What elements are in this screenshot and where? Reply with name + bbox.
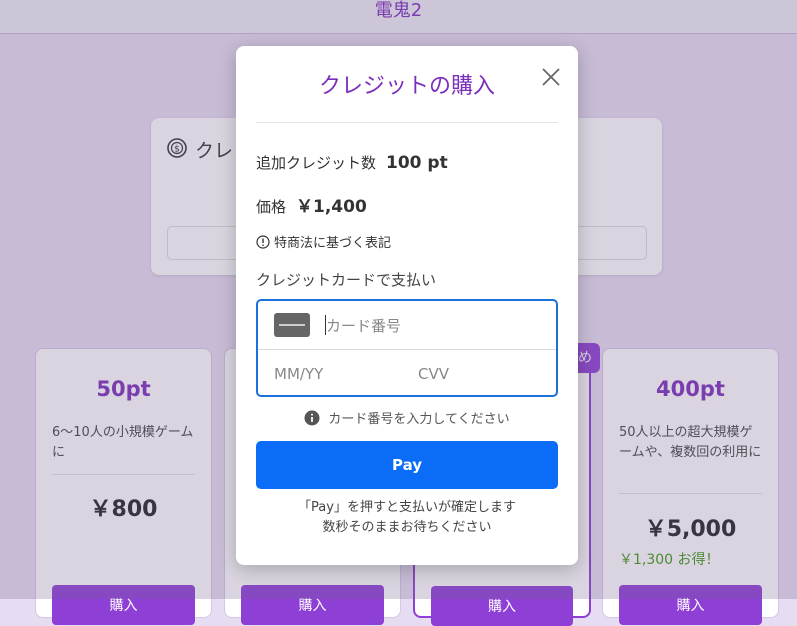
card-input-box (256, 299, 558, 397)
price-value: ￥1,400 (296, 197, 367, 217)
commerce-law-link-label: 特商法に基づく表記 (274, 236, 392, 251)
confirm-note-line2: 数秒そのままお待ちください (322, 520, 492, 535)
info-circle-icon (256, 234, 270, 249)
close-icon[interactable] (540, 66, 562, 88)
text-cursor (325, 315, 326, 335)
card-expiry-input[interactable] (272, 357, 396, 391)
card-number-input[interactable] (324, 309, 548, 343)
price-row: 価格 ￥1,400 (256, 192, 367, 217)
credit-amount-label: 追加クレジット数 (256, 154, 377, 172)
pay-button[interactable]: Pay (256, 441, 558, 489)
payment-method-label: クレジットカードで支払い (256, 271, 437, 289)
modal-divider (256, 122, 558, 123)
card-hint: カード番号を入力してください (236, 408, 578, 427)
card-hint-text: カード番号を入力してください (328, 412, 510, 427)
commerce-law-link[interactable]: 特商法に基づく表記 (256, 232, 391, 251)
price-label: 価格 (256, 198, 287, 216)
info-filled-icon (304, 410, 320, 425)
card-cvv-input[interactable] (416, 357, 540, 391)
credit-card-icon (274, 313, 310, 337)
confirm-note-line1: 「Pay」を押すと支払いが確定します (298, 500, 516, 515)
modal-title: クレジットの購入 (318, 74, 495, 99)
card-number-row (258, 301, 556, 350)
purchase-credit-modal: クレジットの購入 追加クレジット数 100 pt 価格 ￥1,400 特商法に基づく… (236, 46, 578, 565)
payment-confirm-note: 「Pay」を押すと支払いが確定します 数秒そのままお待ちください (236, 498, 578, 538)
credit-amount-value: 100 pt (386, 153, 448, 173)
credit-amount-row: 追加クレジット数 100 pt (256, 152, 448, 173)
